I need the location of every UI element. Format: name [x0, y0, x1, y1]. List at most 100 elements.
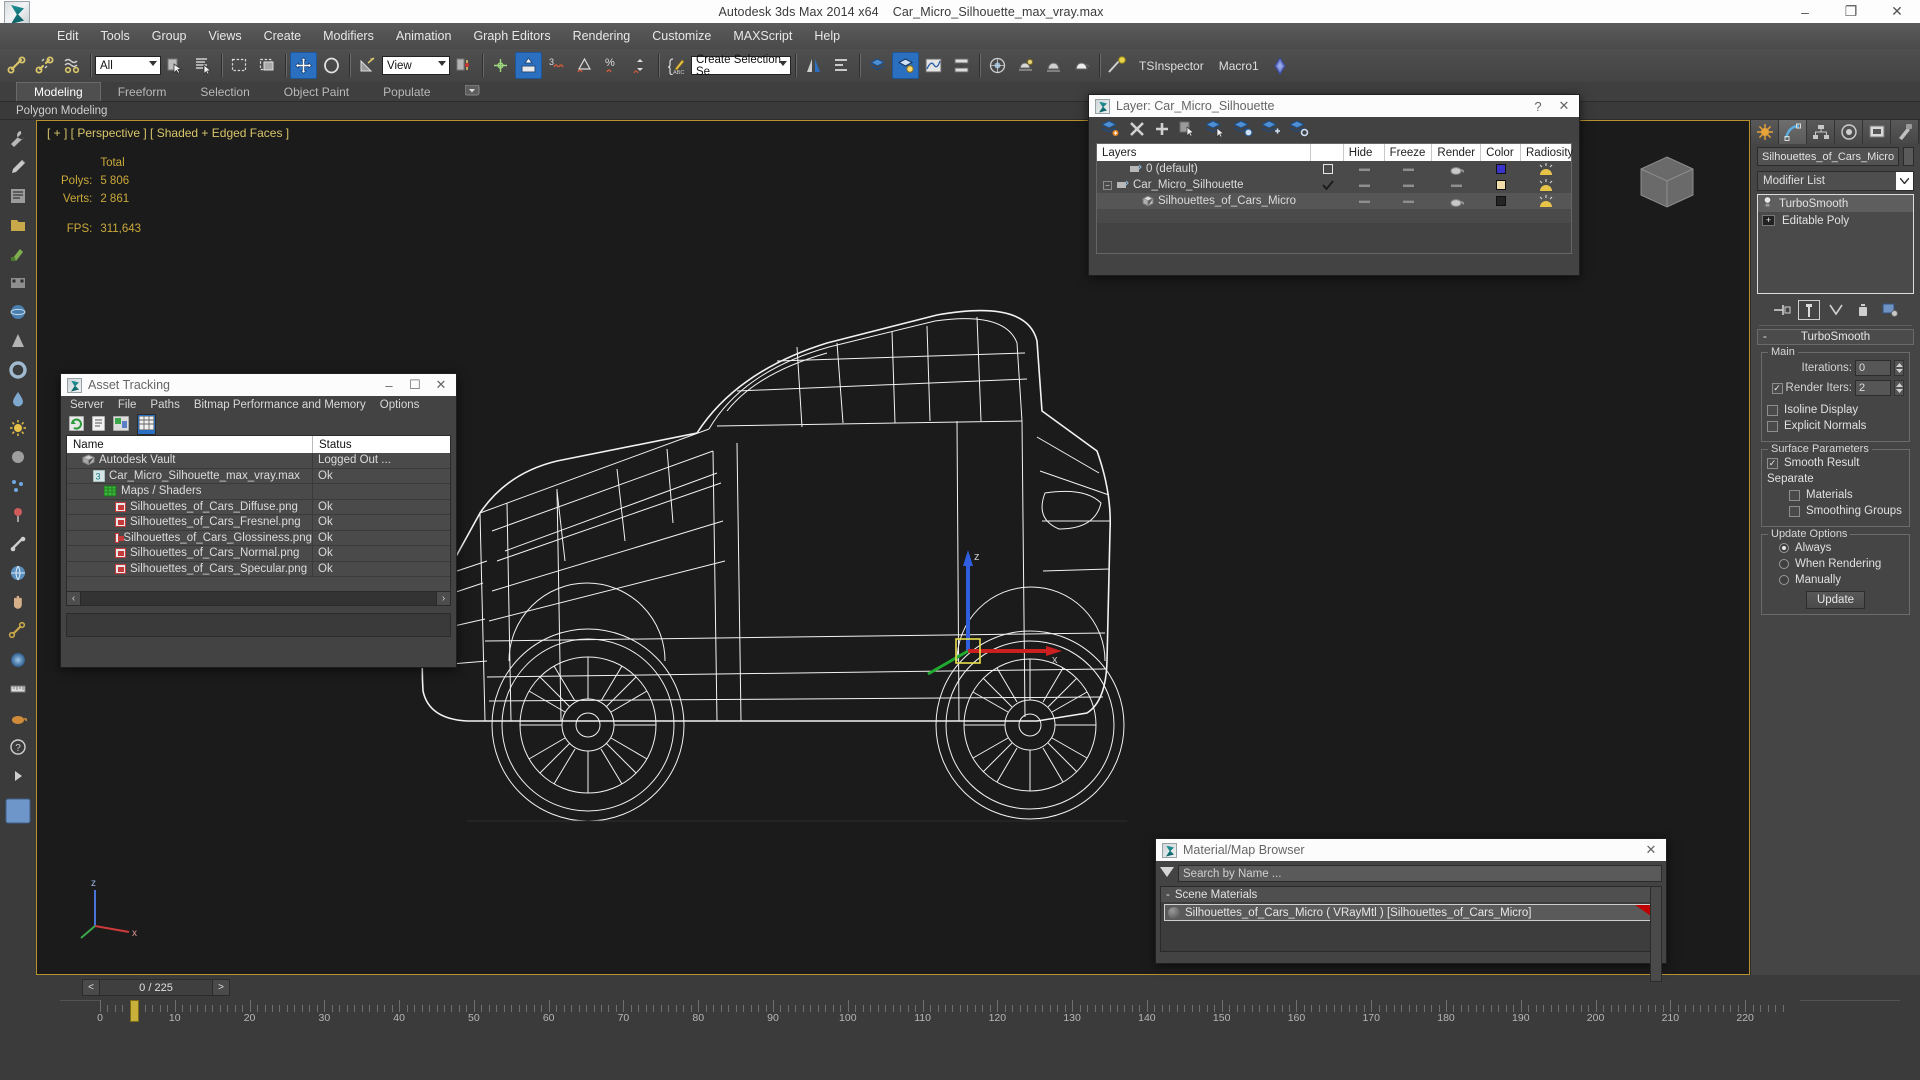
object-name-field[interactable]: Silhouettes_of_Cars_Micro [1757, 147, 1900, 166]
schematic-view-icon[interactable] [948, 52, 975, 79]
pencil-icon[interactable] [4, 153, 32, 180]
asset-tracking-maximize[interactable]: ☐ [402, 375, 428, 396]
globe-icon[interactable] [4, 559, 32, 586]
circle-icon[interactable] [4, 443, 32, 470]
asset-tracking-minimize[interactable]: – [376, 375, 402, 396]
select-and-rotate-icon[interactable] [318, 52, 345, 79]
select-and-link-icon[interactable] [3, 52, 30, 79]
select-object-icon[interactable] [162, 52, 189, 79]
layer-radiosity-cell[interactable] [1521, 177, 1571, 193]
material-editor-icon[interactable] [984, 52, 1011, 79]
material-list-scrollbar[interactable] [1650, 886, 1662, 982]
layer-dialog-close-button[interactable]: ✕ [1551, 96, 1577, 117]
layer-freeze-cell[interactable] [1385, 193, 1433, 209]
highlight-selected-objects-layers-icon[interactable] [1232, 120, 1253, 140]
isoline-display-checkbox[interactable] [1767, 404, 1778, 416]
menu-item-customize[interactable]: Customize [641, 26, 722, 46]
update-mode-when-rendering-row[interactable]: When Rendering [1767, 558, 1904, 570]
layer-render-cell[interactable] [1433, 161, 1482, 177]
select-objects-in-layer-icon[interactable] [1179, 120, 1197, 140]
selection-filter-dropdown[interactable]: All [95, 56, 161, 75]
paint-icon[interactable] [4, 240, 32, 267]
asset-row[interactable]: Maps / Shaders [67, 484, 450, 500]
cone-icon[interactable] [4, 327, 32, 354]
layer-row[interactable]: 0 (default) [1097, 161, 1571, 177]
material-browser-titlebar[interactable]: Material/Map Browser ✕ [1156, 839, 1666, 861]
timeline-ruler[interactable]: 0 10 20 30 40 50 60 70 80 90 100 110 120 130 140 150 160… [97, 996, 1800, 1024]
wrench-icon[interactable] [4, 124, 32, 151]
menu-item-group[interactable]: Group [141, 26, 198, 46]
materials-checkbox[interactable] [1789, 489, 1800, 501]
snaps-toggle-icon[interactable] [515, 52, 542, 79]
ribbon-overflow-icon[interactable] [448, 83, 498, 101]
list-icon[interactable] [4, 182, 32, 209]
update-button[interactable]: Update [1805, 591, 1866, 609]
modifier-stack-item[interactable]: + Editable Poly [1758, 212, 1913, 229]
macro1-label[interactable]: Macro1 [1212, 59, 1266, 73]
layer-render-cell[interactable] [1433, 193, 1482, 209]
torus-icon[interactable] [4, 356, 32, 383]
measure-icon[interactable] [4, 675, 32, 702]
menu-item-edit[interactable]: Edit [46, 26, 90, 46]
align-icon[interactable] [828, 52, 855, 79]
select-and-scale-icon[interactable] [354, 52, 381, 79]
create-new-layer-icon[interactable] [1100, 120, 1120, 140]
asset-row[interactable]: Silhouettes_of_Cars_Diffuse.png Ok [67, 499, 450, 515]
layer-dialog-titlebar[interactable]: Layer: Car_Micro_Silhouette ? ✕ [1089, 95, 1579, 117]
asset-row[interactable]: Silhouettes_of_Cars_Fresnel.png Ok [67, 515, 450, 531]
asset-row[interactable]: 3 Car_Micro_Silhouette_max_vray.max Ok [67, 468, 450, 484]
delete-layer-icon[interactable] [1129, 121, 1145, 140]
layer-dialog-help-button[interactable]: ? [1525, 96, 1551, 117]
tab-modify[interactable] [1779, 120, 1807, 144]
layer-manager-icon[interactable] [864, 52, 891, 79]
asset-tracking-titlebar[interactable]: Asset Tracking – ☐ ✕ [61, 374, 456, 396]
angle-snap-toggle-icon[interactable] [571, 52, 598, 79]
smooth-result-checkbox[interactable]: ✓ [1767, 457, 1778, 469]
menu-item-views[interactable]: Views [197, 26, 252, 46]
layer-color-cell[interactable] [1481, 193, 1521, 209]
layer-color-cell[interactable] [1481, 177, 1521, 193]
menu-item-modifiers[interactable]: Modifiers [312, 26, 385, 46]
asset-row[interactable]: Silhouettes_of_Cars_Normal.png Ok [67, 546, 450, 562]
ribbon-tab-object-paint[interactable]: Object Paint [267, 83, 366, 101]
add-selection-to-layer-icon[interactable] [1154, 121, 1170, 140]
tab-create[interactable] [1751, 120, 1779, 144]
render-production-icon[interactable] [1068, 52, 1095, 79]
layer-radiosity-cell[interactable] [1521, 193, 1571, 209]
layer-render-cell[interactable] [1433, 177, 1482, 193]
sun-icon[interactable] [4, 414, 32, 441]
layer-current-cell[interactable] [1311, 193, 1344, 209]
asset-table[interactable]: Name Status Autodesk Vault Logged Out ...… [66, 435, 451, 606]
render-iters-field[interactable]: 2 [1855, 380, 1891, 396]
curve-editor-icon[interactable] [920, 52, 947, 79]
asset-menu-bitmap-performance-and-memory[interactable]: Bitmap Performance and Memory [194, 399, 366, 411]
scroll-left-button[interactable]: ‹ [67, 592, 81, 605]
layer-grid[interactable]: Layers Hide Freeze Render Color Radiosit… [1096, 143, 1573, 254]
remove-modifier-icon[interactable] [1852, 300, 1874, 320]
play-small-icon[interactable] [4, 762, 32, 789]
configure-sets-icon[interactable] [1879, 300, 1901, 320]
render-iters-checkbox[interactable]: ✓ [1771, 382, 1783, 394]
close-button[interactable]: ✕ [1874, 0, 1920, 23]
droplet-icon[interactable] [4, 385, 32, 412]
asset-row[interactable]: Silhouettes_of_Cars_Glossiness.png Ok [67, 530, 450, 546]
set-layer-properties-icon[interactable] [1288, 120, 1309, 140]
iterations-spinner[interactable] [1894, 360, 1904, 376]
layer-hide-cell[interactable] [1344, 177, 1385, 193]
refresh-icon[interactable] [68, 415, 85, 434]
asset-row[interactable]: Silhouettes_of_Cars_Specular.png Ok [67, 561, 450, 577]
unlink-selection-icon[interactable] [31, 52, 58, 79]
layer-expander-icon[interactable]: − [1103, 180, 1112, 190]
asset-row[interactable]: Autodesk Vault Logged Out ... [67, 453, 450, 469]
scroll-right-button[interactable]: › [436, 592, 450, 605]
menu-item-rendering[interactable]: Rendering [562, 26, 642, 46]
tab-utilities[interactable] [1891, 120, 1919, 144]
radio-manually[interactable] [1779, 575, 1789, 585]
pin-stack-icon[interactable] [1771, 300, 1793, 320]
modifier-stack[interactable]: TurboSmooth + Editable Poly [1757, 194, 1914, 294]
manage-layers-active-icon[interactable] [892, 52, 919, 79]
material-map-browser-dialog[interactable]: Material/Map Browser ✕ Search by Name ..… [1155, 838, 1667, 982]
particles-icon[interactable] [4, 472, 32, 499]
film-icon[interactable] [4, 269, 32, 296]
use-pivot-center-icon[interactable] [451, 52, 478, 79]
